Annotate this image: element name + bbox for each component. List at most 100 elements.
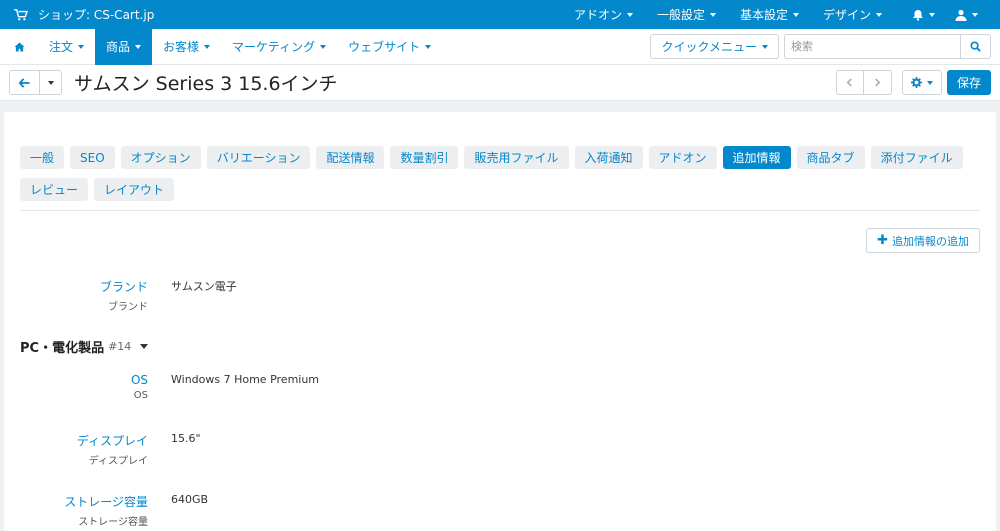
top-menu-label: 基本設定 <box>739 8 788 22</box>
tab-features[interactable]: 追加情報 <box>722 146 791 169</box>
quick-menu-label: クイックメニュー <box>661 40 757 54</box>
feature-value: 640GB <box>171 493 209 506</box>
search-button[interactable] <box>960 34 991 59</box>
nav-item-label: お客様 <box>163 40 200 54</box>
page-title: サムスン Series 3 15.6インチ <box>74 73 338 95</box>
add-feature-label: 追加情報の追加 <box>892 234 969 248</box>
feature-internal-name: OS <box>133 390 148 401</box>
tab-product-tabs[interactable]: 商品タブ <box>796 146 865 169</box>
caret-down-icon <box>972 12 978 17</box>
feature-value: Windows 7 Home Premium <box>171 373 320 386</box>
nav-item-website[interactable]: ウェブサイト <box>337 29 442 65</box>
previous-product-button[interactable] <box>835 70 864 95</box>
caret-down-icon <box>792 12 799 17</box>
back-button-group <box>9 70 62 95</box>
caret-down-icon <box>929 12 935 17</box>
back-dropdown-button[interactable] <box>40 70 62 95</box>
user-icon <box>955 9 967 21</box>
top-menu-design[interactable]: デザイン <box>811 0 894 29</box>
nav-item-marketing[interactable]: マーケティング <box>221 29 337 65</box>
chevron-left-icon <box>847 78 853 87</box>
chevron-right-icon <box>875 78 881 87</box>
settings-dropdown-button[interactable] <box>901 70 942 95</box>
tab-files[interactable]: 販売用ファイル <box>464 146 569 169</box>
home-icon <box>14 41 25 52</box>
arrow-left-icon <box>19 77 30 88</box>
next-product-button[interactable] <box>863 70 892 95</box>
top-menu-label: デザイン <box>822 8 871 22</box>
store-label: ショップ: CS-Cart.jp <box>38 8 155 22</box>
prev-next-group <box>835 70 892 95</box>
feature-value: 15.6" <box>171 432 201 445</box>
top-bar: ショップ: CS-Cart.jp アドオン 一般設定 基本設定 デザイン <box>0 0 1000 29</box>
store-selector[interactable]: ショップ: CS-Cart.jp <box>0 6 154 23</box>
back-button[interactable] <box>9 70 40 95</box>
tab-general[interactable]: 一般 <box>20 146 65 169</box>
tab-attachments[interactable]: 添付ファイル <box>870 146 963 169</box>
caret-down-icon <box>926 80 933 85</box>
nav-item-label: 商品 <box>106 40 131 54</box>
caret-down-icon <box>762 44 768 49</box>
feature-label: ストレージ容量 ストレージ容量 <box>4 493 148 528</box>
nav-item-label: ウェブサイト <box>348 40 421 54</box>
feature-group-id: #14 <box>108 340 132 353</box>
tab-quantity-discounts[interactable]: 数量割引 <box>390 146 459 169</box>
feature-group-toggle[interactable]: PC・電化製品 #14 <box>20 337 149 356</box>
tab-bar: 一般 SEO オプション バリエーション 配送情報 数量割引 販売用ファイル 入… <box>20 146 982 210</box>
gear-icon <box>910 77 922 88</box>
feature-name: OS <box>130 373 148 387</box>
top-menu-addons[interactable]: アドオン <box>562 0 645 29</box>
feature-label: ブランド ブランド <box>4 278 148 313</box>
caret-down-icon <box>320 44 327 49</box>
search-icon <box>970 41 981 52</box>
nav-item-label: 注文 <box>49 40 74 54</box>
notifications-button[interactable] <box>894 0 945 29</box>
tab-addons[interactable]: アドオン <box>648 146 717 169</box>
nav-item-label: マーケティング <box>232 40 316 54</box>
caret-down-icon <box>709 12 716 17</box>
caret-down-icon <box>425 44 432 49</box>
tab-reviews[interactable]: レビュー <box>20 178 89 201</box>
feature-label: OS OS <box>4 373 148 401</box>
caret-down-icon <box>204 44 211 49</box>
add-feature-button[interactable]: ✚ 追加情報の追加 <box>866 228 980 253</box>
feature-internal-name: ブランド <box>108 302 148 313</box>
feature-group-name: PC・電化製品 <box>20 341 105 356</box>
top-menu-label: 一般設定 <box>656 8 705 22</box>
tab-stock-notifications[interactable]: 入荷通知 <box>574 146 643 169</box>
tabs-divider <box>20 210 980 211</box>
content-panel: 一般 SEO オプション バリエーション 配送情報 数量割引 販売用ファイル 入… <box>4 112 996 531</box>
feature-name: ディスプレイ <box>76 434 148 448</box>
bell-icon <box>913 9 923 21</box>
caret-down-icon <box>135 44 142 49</box>
feature-name: ブランド <box>99 280 148 294</box>
tab-variations[interactable]: バリエーション <box>206 146 311 169</box>
home-button[interactable] <box>0 29 38 65</box>
caret-down-icon <box>626 12 633 17</box>
top-menu-label: アドオン <box>573 8 622 22</box>
caret-down-icon <box>876 12 882 17</box>
feature-value: サムスン電子 <box>171 280 237 293</box>
shopping-cart-icon <box>14 8 28 20</box>
top-menu-general-settings[interactable]: 一般設定 <box>645 0 728 29</box>
tab-options[interactable]: オプション <box>120 146 201 169</box>
tab-seo[interactable]: SEO <box>70 146 115 169</box>
search-input[interactable] <box>784 34 960 59</box>
quick-menu-button[interactable]: クイックメニュー <box>650 34 779 59</box>
feature-name: ストレージ容量 <box>64 495 148 509</box>
feature-internal-name: ディスプレイ <box>88 456 148 467</box>
caret-down-icon <box>140 344 149 349</box>
nav-item-orders[interactable]: 注文 <box>38 29 95 65</box>
tab-shipping[interactable]: 配送情報 <box>316 146 385 169</box>
caret-down-icon <box>78 44 85 49</box>
search-box <box>784 34 991 59</box>
save-button[interactable]: 保存 <box>946 70 991 95</box>
plus-icon: ✚ <box>877 233 888 248</box>
top-menu-basic-settings[interactable]: 基本設定 <box>728 0 811 29</box>
tab-layout[interactable]: レイアウト <box>94 178 175 201</box>
user-menu-button[interactable] <box>945 0 1000 29</box>
nav-item-customers[interactable]: お客様 <box>152 29 221 65</box>
nav-item-products[interactable]: 商品 <box>95 28 153 65</box>
main-nav: 注文 商品 お客様 マーケティング ウェブサイト クイックメニュー <box>0 28 1000 65</box>
caret-down-icon <box>47 80 54 85</box>
